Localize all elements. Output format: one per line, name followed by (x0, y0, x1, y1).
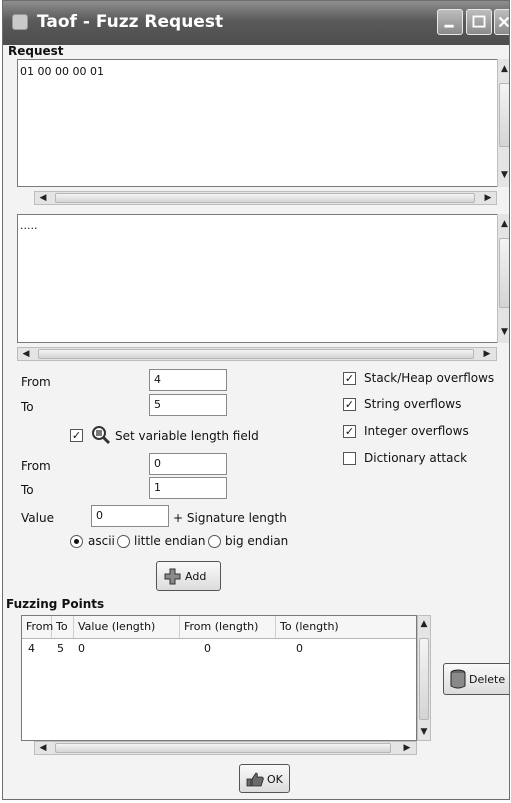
add-button[interactable]: Add (156, 561, 221, 591)
scroll-thumb[interactable] (55, 193, 475, 203)
scroll-left-icon[interactable]: ◀ (37, 192, 49, 204)
close-icon (498, 16, 509, 28)
little-endian-radio[interactable] (117, 535, 130, 548)
big-endian-label: big endian (225, 534, 289, 548)
delete-button[interactable]: Delete (443, 663, 509, 695)
ascii-request-editor[interactable]: ..... (17, 214, 499, 343)
string-overflows-checkbox[interactable]: ✓ (343, 398, 356, 411)
close-button[interactable] (494, 9, 509, 35)
table-horizontal-scrollbar[interactable]: ◀ ▶ (34, 741, 417, 755)
table-row[interactable]: 4 5 0 0 0 (22, 642, 416, 660)
scroll-right-icon[interactable]: ▶ (482, 192, 494, 204)
dictionary-attack-checkbox[interactable] (343, 452, 356, 465)
scroll-up-icon[interactable]: ▲ (498, 63, 509, 75)
magnifier-icon (92, 426, 111, 445)
scroll-right-icon[interactable]: ▶ (401, 742, 413, 754)
trash-can-icon (450, 669, 466, 689)
window-title: Taof - Fuzz Request (37, 12, 224, 32)
little-endian-label: little endian (134, 534, 206, 548)
column-header-from[interactable]: From (22, 616, 53, 638)
thumbs-up-icon (246, 772, 264, 787)
scroll-left-icon[interactable]: ◀ (20, 348, 32, 360)
column-header-from-length[interactable]: From (length) (180, 616, 276, 638)
scroll-up-icon[interactable]: ▲ (498, 218, 509, 230)
scroll-thumb[interactable] (419, 638, 429, 720)
table-vertical-scrollbar[interactable]: ▲ ▼ (417, 615, 431, 741)
title-bar[interactable]: Taof - Fuzz Request (3, 1, 509, 45)
cell-to: 5 (57, 642, 64, 655)
signature-length-label: + Signature length (173, 511, 287, 525)
scroll-down-icon[interactable]: ▼ (418, 726, 430, 738)
hex-vertical-scrollbar[interactable]: ▲ ▼ (497, 59, 509, 187)
request-label: Request (8, 44, 64, 58)
value-label: Value (21, 511, 54, 525)
minimize-icon (444, 24, 454, 28)
length-from-field[interactable]: 0 (149, 453, 227, 475)
ok-button-label: OK (267, 773, 283, 786)
length-from-label: From (21, 459, 51, 473)
maximize-button[interactable] (466, 9, 492, 35)
maximize-icon (472, 15, 486, 28)
scroll-right-icon[interactable]: ▶ (481, 348, 493, 360)
hex-request-editor[interactable]: 01 00 00 00 01 (17, 59, 499, 187)
table-header: From To Value (length) From (length) To … (22, 616, 416, 639)
scroll-thumb[interactable] (499, 238, 509, 308)
to-field[interactable]: 5 (149, 394, 227, 416)
from-label: From (21, 375, 51, 389)
stack-heap-overflows-checkbox[interactable]: ✓ (343, 372, 356, 385)
string-overflows-label: String overflows (364, 397, 462, 411)
dictionary-attack-label: Dictionary attack (364, 451, 468, 465)
delete-button-label: Delete (469, 673, 506, 686)
stack-heap-overflows-label: Stack/Heap overflows (364, 371, 495, 385)
hex-request-text: 01 00 00 00 01 (20, 65, 104, 78)
ascii-radio[interactable] (70, 535, 83, 548)
plus-icon (164, 568, 181, 585)
ascii-horizontal-scrollbar[interactable]: ◀ ▶ (17, 347, 497, 361)
scroll-left-icon[interactable]: ◀ (37, 742, 49, 754)
fuzz-request-window: Taof - Fuzz Request Request 01 00 00 00 … (2, 0, 510, 800)
variable-length-checkbox[interactable]: ✓ (70, 429, 83, 442)
cell-value-length: 0 (78, 642, 85, 655)
integer-overflows-checkbox[interactable]: ✓ (343, 425, 356, 438)
app-icon (12, 14, 28, 30)
ascii-request-text: ..... (20, 219, 38, 232)
scroll-down-icon[interactable]: ▼ (498, 326, 509, 338)
scroll-thumb[interactable] (38, 349, 474, 359)
big-endian-radio[interactable] (208, 535, 221, 548)
cell-from: 4 (28, 642, 35, 655)
scroll-up-icon[interactable]: ▲ (418, 618, 430, 630)
ascii-vertical-scrollbar[interactable]: ▲ ▼ (497, 214, 509, 343)
from-field[interactable]: 4 (149, 369, 227, 391)
fuzzing-points-label: Fuzzing Points (6, 597, 105, 611)
scroll-thumb[interactable] (499, 83, 509, 147)
ok-button[interactable]: OK (239, 764, 290, 793)
ascii-label: ascii (88, 534, 115, 548)
column-header-to[interactable]: To (52, 616, 74, 638)
column-header-to-length[interactable]: To (length) (276, 616, 418, 638)
scroll-down-icon[interactable]: ▼ (498, 169, 509, 181)
to-label: To (21, 400, 34, 414)
fuzzing-points-table[interactable]: From To Value (length) From (length) To … (21, 615, 417, 741)
column-header-value-length[interactable]: Value (length) (74, 616, 180, 638)
cell-to-length: 0 (296, 642, 303, 655)
length-to-field[interactable]: 1 (149, 477, 227, 499)
minimize-button[interactable] (437, 9, 463, 35)
add-button-label: Add (185, 570, 207, 583)
value-field[interactable]: 0 (91, 505, 169, 527)
integer-overflows-label: Integer overflows (364, 424, 469, 438)
cell-from-length: 0 (204, 642, 211, 655)
length-to-label: To (21, 483, 34, 497)
variable-length-label: Set variable length field (115, 429, 259, 443)
scroll-thumb[interactable] (55, 743, 391, 753)
hex-horizontal-scrollbar[interactable]: ◀ ▶ (34, 191, 497, 205)
